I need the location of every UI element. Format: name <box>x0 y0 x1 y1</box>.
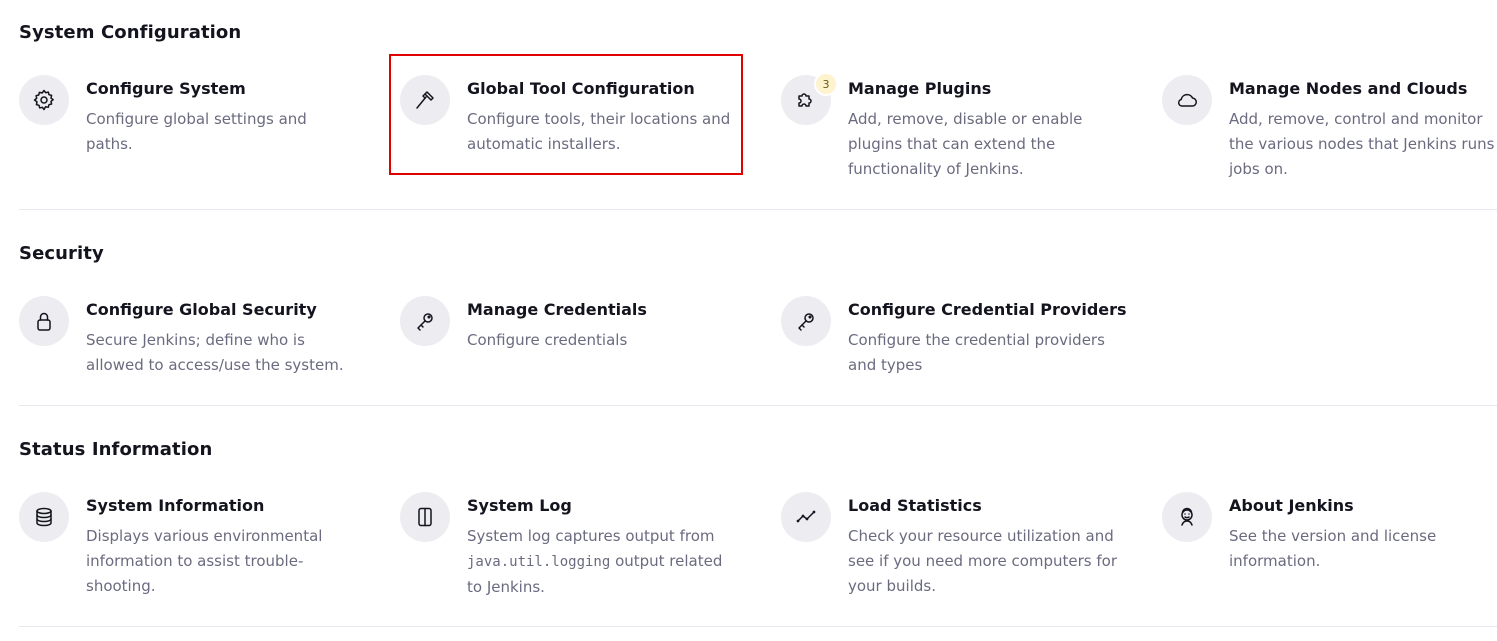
item-title: Manage Credentials <box>467 300 647 319</box>
item-title: Load Statistics <box>848 496 982 515</box>
section-title-status-information: Status Information <box>19 439 213 460</box>
chart-line-icon <box>781 492 831 542</box>
lock-icon <box>19 296 69 346</box>
item-title: Manage Nodes and Clouds <box>1229 79 1468 98</box>
config-item-configure-global-security[interactable]: Configure Global Security Secure Jenkins… <box>19 296 359 416</box>
item-description: Displays various environmental informati… <box>86 527 323 595</box>
section-title-security: Security <box>19 243 104 264</box>
config-item-load-statistics[interactable]: Load Statistics Check your resource util… <box>781 492 1121 612</box>
item-description: Configure the credential providers and t… <box>848 331 1105 374</box>
gear-icon <box>19 75 69 125</box>
config-item-manage-credentials[interactable]: Manage Credentials Configure credentials <box>400 296 740 416</box>
config-item-about-jenkins[interactable]: About Jenkins See the version and licens… <box>1162 492 1497 612</box>
item-title: Manage Plugins <box>848 79 992 98</box>
section-divider <box>19 626 1497 627</box>
update-count-badge: 3 <box>814 72 838 96</box>
item-description: Configure credentials <box>467 331 628 349</box>
item-title: System Log <box>467 496 572 515</box>
item-title: System Information <box>86 496 265 515</box>
description-text: System log captures output from <box>467 527 715 545</box>
code-snippet: java.util.logging <box>467 554 611 570</box>
section-divider <box>19 405 1497 406</box>
item-title: Configure System <box>86 79 246 98</box>
cloud-icon <box>1162 75 1212 125</box>
highlight-box <box>389 54 743 175</box>
item-description: Configure global settings and paths. <box>86 110 307 153</box>
section-divider <box>19 209 1497 210</box>
item-description: Add, remove, disable or enable plugins t… <box>848 110 1083 178</box>
item-description: Secure Jenkins; define who is allowed to… <box>86 331 344 374</box>
config-item-manage-plugins[interactable]: 3 Manage Plugins Add, remove, disable or… <box>781 72 1121 195</box>
config-item-system-log[interactable]: System Log System log captures output fr… <box>400 492 740 612</box>
config-item-system-information[interactable]: System Information Displays various envi… <box>19 492 359 612</box>
section-title-system-configuration: System Configuration <box>19 22 242 43</box>
jenkins-icon <box>1162 492 1212 542</box>
config-item-manage-nodes-and-clouds[interactable]: Manage Nodes and Clouds Add, remove, con… <box>1162 75 1497 195</box>
item-title: About Jenkins <box>1229 496 1354 515</box>
item-description: See the version and license information. <box>1229 527 1437 570</box>
item-description: System log captures output from java.uti… <box>467 524 737 600</box>
key-icon <box>400 296 450 346</box>
database-icon <box>19 492 69 542</box>
item-description: Add, remove, control and monitor the var… <box>1229 110 1495 178</box>
config-item-configure-credential-providers[interactable]: Configure Credential Providers Configure… <box>781 296 1127 416</box>
log-icon <box>400 492 450 542</box>
key-icon <box>781 296 831 346</box>
item-title: Configure Global Security <box>86 300 317 319</box>
item-title: Configure Credential Providers <box>848 300 1127 319</box>
config-item-configure-system[interactable]: Configure System Configure global settin… <box>19 75 359 195</box>
item-description: Check your resource utilization and see … <box>848 527 1118 595</box>
